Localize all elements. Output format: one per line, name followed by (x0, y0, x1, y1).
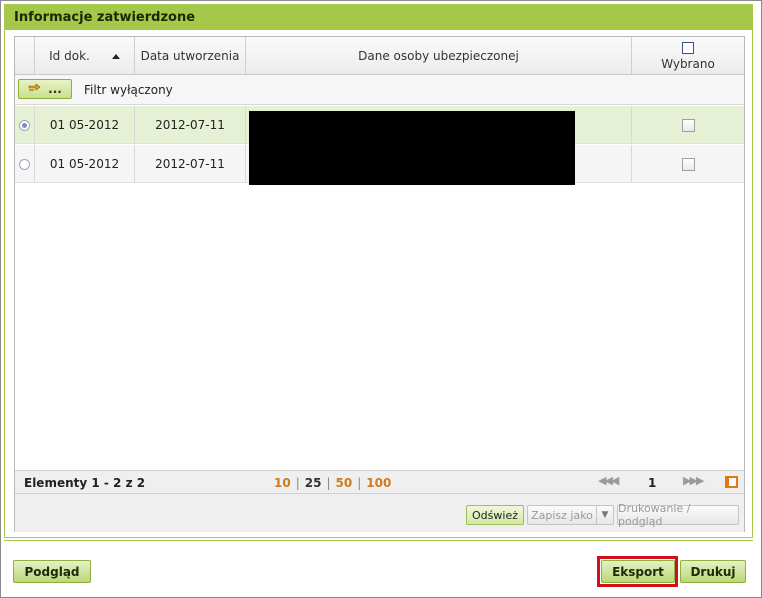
next-last-page-icon[interactable]: ▶▶▶ (683, 474, 704, 487)
page-size-50[interactable]: 50 (336, 476, 353, 490)
header-person-label: Dane osoby ubezpieczonej (358, 49, 519, 63)
pager: Elementy 1 - 2 z 2 10 | 25 | 50 | 100 ◀◀◀ 1 ▶▶… (15, 471, 744, 494)
redacted-personal-data (249, 111, 575, 185)
header-date-col[interactable]: Data utworzenia (135, 37, 246, 75)
header-selected-col: Wybrano (632, 37, 744, 75)
current-page: 1 (648, 476, 657, 490)
page-size-25: 25 (304, 476, 322, 490)
filter-button-label: ... (48, 82, 62, 96)
filter-status: Filtr wyłączony (84, 83, 173, 97)
grid-footer: Elementy 1 - 2 z 2 10 | 25 | 50 | 100 ◀◀◀ 1 ▶▶… (15, 470, 744, 532)
row-checkbox[interactable] (681, 118, 695, 132)
row-radio-cell (15, 106, 35, 144)
export-highlight-box (597, 556, 678, 587)
first-prev-page-icon[interactable]: ◀◀◀ (598, 474, 619, 487)
divider (4, 540, 753, 541)
divider: | (326, 476, 331, 490)
print-button[interactable]: Drukuj (680, 560, 746, 583)
filter-row: ... Filtr wyłączony (15, 75, 744, 105)
filter-arrow-icon (28, 82, 42, 96)
panel-title: Informacje zatwierdzone (5, 5, 752, 30)
row-select-cell (632, 145, 744, 183)
approved-info-panel: Informacje zatwierdzone Id dok. Data utw… (4, 4, 753, 538)
divider: | (295, 476, 300, 490)
header-person-col[interactable]: Dane osoby ubezpieczonej (246, 37, 632, 75)
row-radio-cell (15, 145, 35, 183)
grid-header: Id dok. Data utworzenia Dane osoby ubezp… (15, 37, 744, 75)
print-preview-button[interactable]: Drukowanie / podgląd (617, 502, 739, 528)
refresh-button[interactable]: Odśwież (466, 505, 524, 525)
row-date: 2012-07-11 (135, 145, 246, 183)
row-checkbox[interactable] (681, 157, 695, 171)
header-id-col[interactable]: Id dok. (35, 37, 135, 75)
divider: | (357, 476, 362, 490)
row-date: 2012-07-11 (135, 106, 246, 144)
save-as-button[interactable]: Zapisz jako ▼ (527, 505, 614, 525)
save-as-label: Zapisz jako (531, 508, 593, 522)
row-radio[interactable] (19, 158, 30, 170)
page-size-10[interactable]: 10 (274, 476, 291, 490)
header-date-label: Data utworzenia (140, 49, 240, 63)
documents-grid: Id dok. Data utworzenia Dane osoby ubezp… (14, 36, 745, 532)
filter-button[interactable]: ... (18, 79, 72, 99)
items-count: Elementy 1 - 2 z 2 (24, 476, 146, 490)
export-grid-icon[interactable] (725, 476, 738, 488)
page-size-selector: 10 | 25 | 50 | 100 (274, 476, 391, 490)
select-all-checkbox[interactable] (682, 41, 694, 54)
chevron-down-icon[interactable]: ▼ (596, 506, 613, 524)
row-id: 01 05-2012 (35, 145, 135, 183)
preview-button[interactable]: Podgląd (13, 560, 91, 583)
row-select-cell (632, 106, 744, 144)
row-id: 01 05-2012 (35, 106, 135, 144)
header-id-label: Id dok. (49, 49, 90, 63)
header-selected-label: Wybrano (661, 56, 715, 71)
row-radio[interactable] (19, 119, 30, 131)
sort-asc-icon (111, 53, 120, 59)
header-radio-col (15, 37, 35, 75)
page-size-100[interactable]: 100 (366, 476, 391, 490)
